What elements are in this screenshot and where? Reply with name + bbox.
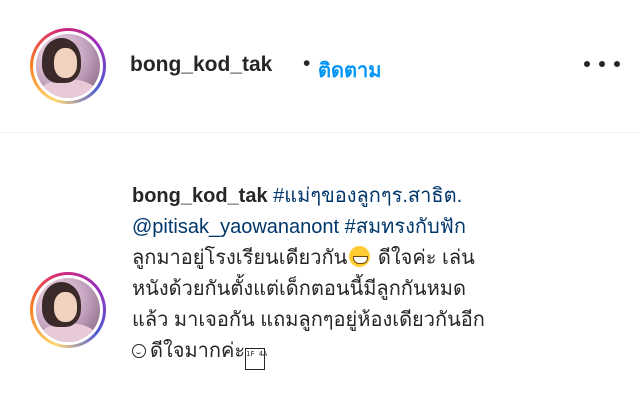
follow-button[interactable]: ติดตาม	[318, 54, 381, 86]
hashtag-link[interactable]: #แม่ๆของลูกๆร.สาธิต.	[273, 185, 462, 207]
avatar-photo	[36, 34, 100, 98]
caption-avatar[interactable]	[30, 272, 106, 348]
caption-line-2: @pitisak_yaowananont #สมทรงกับฟัก	[132, 212, 632, 243]
grinning-face-icon	[349, 246, 371, 267]
avatar-face	[53, 292, 77, 322]
avatar-photo	[36, 278, 100, 342]
caption-text-segment: ดีใจค่ะ เล่น	[372, 247, 475, 269]
hashtag-link[interactable]: #สมทรงกับฟัก	[345, 216, 466, 238]
header-separator: •	[303, 52, 311, 75]
avatar-gap	[33, 275, 103, 345]
caption-text-segment: ลูกมาอยู่โรงเรียนเดียวกัน	[132, 247, 348, 269]
caption-username[interactable]: bong_kod_tak	[132, 185, 268, 207]
more-dot-icon	[599, 61, 605, 67]
more-dot-icon	[584, 61, 590, 67]
avatar-gap	[33, 31, 103, 101]
caption-text-segment: ดีใจมากค่ะ	[150, 340, 246, 362]
smiling-face-icon	[132, 344, 146, 358]
caption-line-3: ลูกมาอยู่โรงเรียนเดียวกัน ดีใจค่ะ เล่น	[132, 243, 632, 274]
post-header: bong_kod_tak • ติดตาม	[0, 0, 640, 133]
profile-avatar[interactable]	[30, 28, 106, 104]
mention-link[interactable]: @pitisak_yaowananont	[132, 216, 339, 238]
unsupported-glyph-icon: 1F 4A	[245, 348, 267, 370]
caption-line-6: ดีใจมากค่ะ1F 4A	[132, 336, 632, 370]
header-username[interactable]: bong_kod_tak	[130, 53, 272, 77]
more-options-button[interactable]	[584, 52, 620, 76]
caption-line-5: แล้ว มาเจอกัน แถมลูกๆอยู่ห้องเดียวกันอีก	[132, 309, 485, 331]
caption-text: bong_kod_tak #แม่ๆของลูกๆร.สาธิต. @pitis…	[132, 181, 632, 370]
caption-line-1: bong_kod_tak #แม่ๆของลูกๆร.สาธิต.	[132, 181, 632, 212]
caption-line-4: หนังด้วยกันตั้งแต่เด็กตอนนี้มีลูกกันหมด	[132, 278, 466, 300]
more-dot-icon	[614, 61, 620, 67]
avatar-face	[53, 48, 77, 78]
